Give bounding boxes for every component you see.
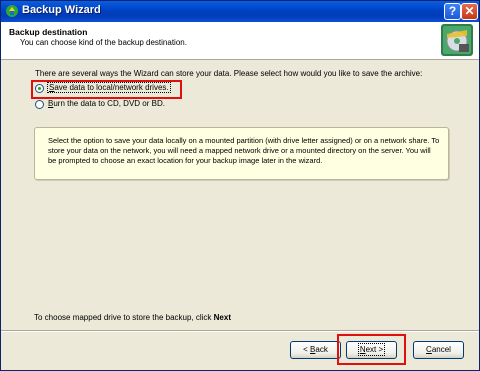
bottom-hint: To choose mapped drive to store the back… (34, 313, 231, 322)
cancel-label: ancel (431, 345, 451, 354)
radio-burn-disc[interactable] (35, 100, 44, 109)
cancel-button[interactable]: Cancel (413, 341, 464, 359)
info-box: Select the option to save your data loca… (34, 127, 449, 180)
option-local-label: ave data to local/network drives. (54, 83, 169, 92)
bottom-hint-text: To choose mapped drive to store the back… (34, 313, 214, 322)
help-button[interactable]: ? (444, 3, 461, 20)
bottom-hint-next: Next (213, 313, 231, 322)
wizard-header: Backup destination You can choose kind o… (1, 22, 479, 60)
option-burn-label: urn the data to CD, DVD or BD. (53, 99, 165, 108)
wizard-content: There are several ways the Wizard can st… (1, 60, 479, 330)
title-bar[interactable]: Backup Wizard ? ✕ (1, 1, 479, 22)
close-button[interactable]: ✕ (461, 3, 478, 20)
radio-save-local[interactable] (35, 84, 44, 93)
backup-disc-icon (441, 24, 473, 56)
window-title: Backup Wizard (22, 4, 101, 16)
back-label: ack (315, 345, 328, 354)
next-label: ext > (365, 345, 384, 354)
page-subtitle: You can choose kind of the backup destin… (20, 38, 187, 47)
option-burn-disc[interactable]: Burn the data to CD, DVD or BD. (48, 99, 165, 108)
option-save-local[interactable]: Save data to local/network drives. (47, 82, 171, 93)
back-button[interactable]: < Back (290, 341, 341, 359)
backup-wizard-window: Backup Wizard ? ✕ Backup destination You… (0, 0, 480, 371)
next-button[interactable]: Next > (346, 341, 397, 359)
footer-separator (1, 330, 479, 332)
page-title: Backup destination (9, 27, 88, 37)
info-text: Select the option to save your data loca… (48, 136, 440, 165)
app-icon (6, 5, 18, 17)
back-arrow: < (303, 345, 311, 354)
intro-text: There are several ways the Wizard can st… (35, 69, 423, 78)
